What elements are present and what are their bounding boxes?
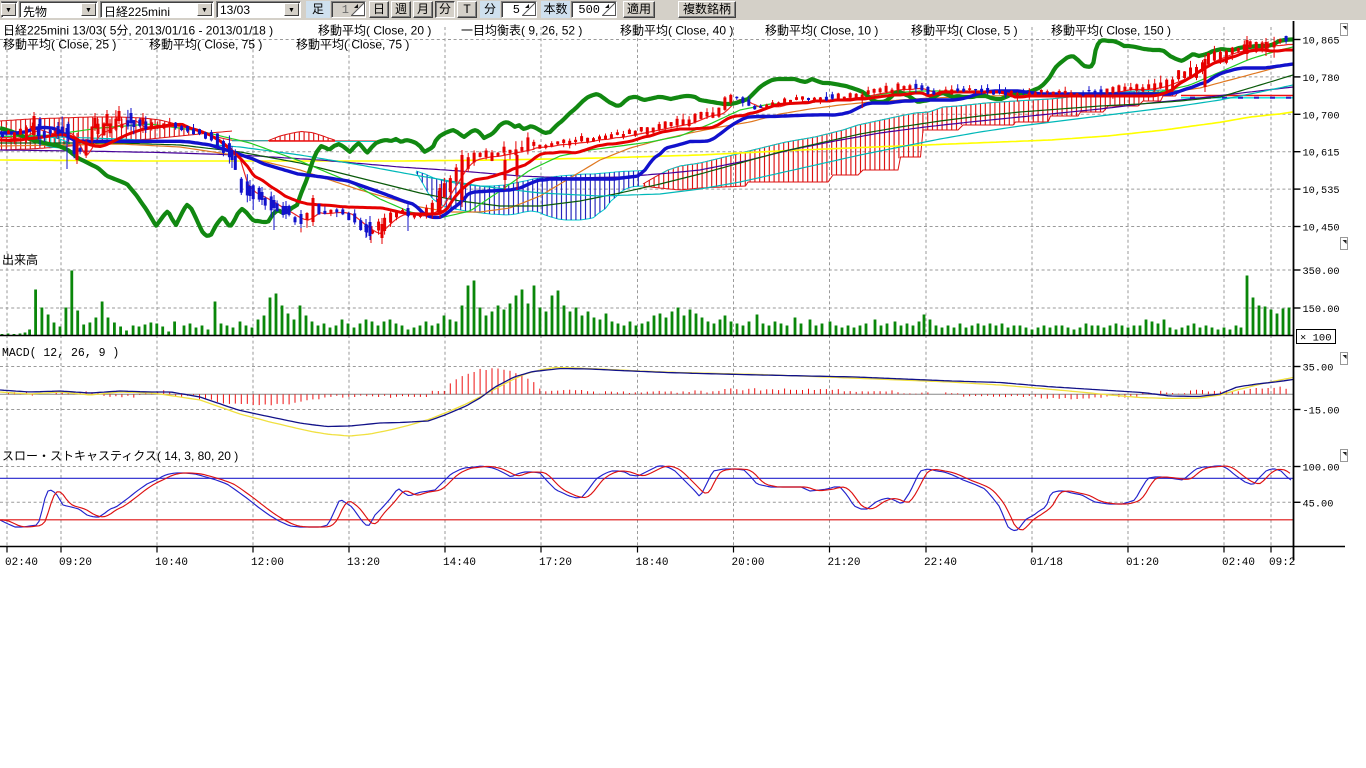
svg-text:150.00: 150.00 <box>1303 304 1340 316</box>
svg-text:-15.00: -15.00 <box>1303 406 1340 418</box>
svg-text:09:20: 09:20 <box>59 557 92 569</box>
svg-text:移動平均( Close, 150 ): 移動平均( Close, 150 ) <box>1051 24 1171 38</box>
svg-text:13:20: 13:20 <box>347 557 380 569</box>
svg-text:100.00: 100.00 <box>1303 463 1340 475</box>
svg-text:21:20: 21:20 <box>828 557 861 569</box>
svg-text:MACD( 12, 26, 9 ): MACD( 12, 26, 9 ) <box>2 347 119 360</box>
svg-text:35.00: 35.00 <box>1303 363 1334 375</box>
svg-text:移動平均( Close, 5 ): 移動平均( Close, 5 ) <box>911 24 1018 38</box>
svg-text:移動平均( Close, 20 ): 移動平均( Close, 20 ) <box>318 24 431 38</box>
svg-text:17:20: 17:20 <box>539 557 572 569</box>
svg-text:22:40: 22:40 <box>924 557 957 569</box>
svg-text:02:40: 02:40 <box>1222 557 1255 569</box>
svg-text:移動平均( Close, 10 ): 移動平均( Close, 10 ) <box>765 24 878 38</box>
svg-text:10,700: 10,700 <box>1303 110 1340 122</box>
svg-text:10,865: 10,865 <box>1303 36 1340 48</box>
svg-text:× 100: × 100 <box>1300 333 1332 345</box>
svg-text:45.00: 45.00 <box>1303 498 1334 510</box>
svg-text:14:40: 14:40 <box>443 557 476 569</box>
svg-text:20:00: 20:00 <box>732 557 765 569</box>
svg-text:一目均衡表( 9, 26, 52 ): 一目均衡表( 9, 26, 52 ) <box>461 24 582 38</box>
svg-text:02:40: 02:40 <box>5 557 38 569</box>
svg-text:10:40: 10:40 <box>155 557 188 569</box>
svg-text:10,780: 10,780 <box>1303 73 1340 85</box>
svg-text:移動平均( Close, 75 ): 移動平均( Close, 75 ) <box>149 38 262 52</box>
svg-text:350.00: 350.00 <box>1303 266 1340 278</box>
svg-text:移動平均( Close, 25 ): 移動平均( Close, 25 ) <box>3 38 116 52</box>
svg-text:移動平均( Close, 75 ): 移動平均( Close, 75 ) <box>296 38 409 52</box>
svg-text:12:00: 12:00 <box>251 557 284 569</box>
svg-text:18:40: 18:40 <box>636 557 669 569</box>
svg-text:日経225mini 13/03( 5分, 2013/01/1: 日経225mini 13/03( 5分, 2013/01/16 - 2013/0… <box>3 24 273 38</box>
svg-text:01/18: 01/18 <box>1030 557 1063 569</box>
svg-text:10,450: 10,450 <box>1303 223 1340 235</box>
svg-text:移動平均( Close, 40 ): 移動平均( Close, 40 ) <box>620 24 733 38</box>
svg-text:01:20: 01:20 <box>1126 557 1159 569</box>
svg-text:スロー・ストキャスティクス( 14, 3, 80, 20 ): スロー・ストキャスティクス( 14, 3, 80, 20 ) <box>2 449 238 463</box>
svg-text:09:2: 09:2 <box>1269 557 1295 569</box>
svg-text:10,615: 10,615 <box>1303 148 1340 160</box>
svg-text:出来高: 出来高 <box>2 252 38 267</box>
svg-text:10,535: 10,535 <box>1303 185 1340 197</box>
